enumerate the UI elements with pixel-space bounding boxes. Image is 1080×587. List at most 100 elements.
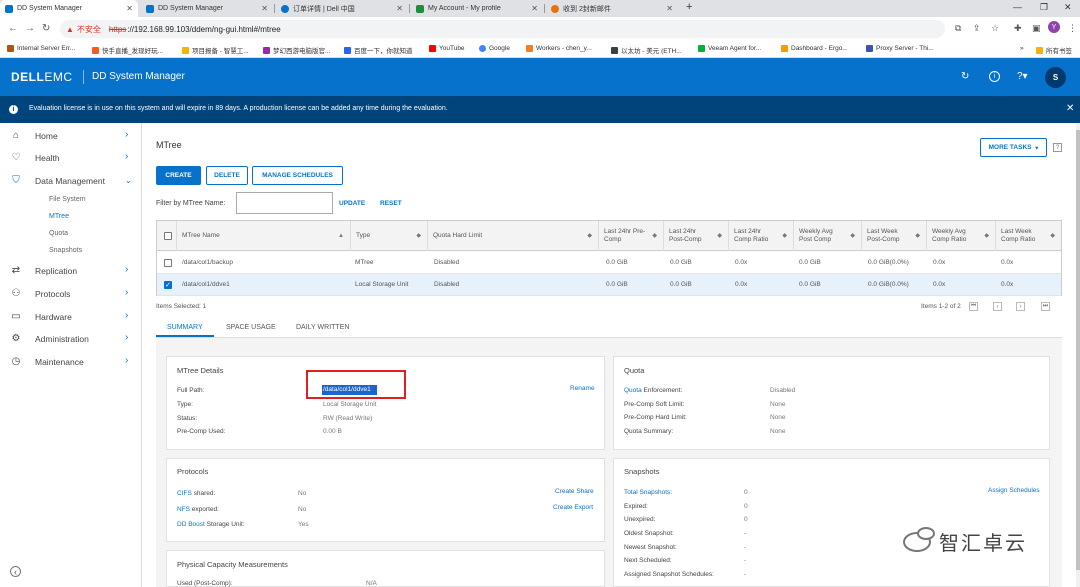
close-window-icon[interactable]: ✕ [1064,2,1072,13]
close-tab-icon[interactable]: ✕ [126,4,133,13]
new-tab-icon[interactable]: + [686,1,692,13]
info-icon[interactable]: i [989,71,1000,82]
more-bookmarks-icon[interactable]: » [1020,45,1024,52]
create-button[interactable]: CREATE [156,166,201,185]
tab-summary[interactable]: SUMMARY [167,324,203,331]
column-header[interactable]: Weekly Avg Post Comp ◆ [794,221,862,251]
refresh-icon[interactable]: ↻ [961,71,969,82]
rename-link[interactable]: Rename [570,385,595,392]
ddboost-link[interactable]: DD Boost [177,521,205,528]
url-input[interactable]: ▲ 不安全 https ://192.168.99.103/ddem/ng-gu… [60,20,945,38]
total-snapshots-link[interactable]: Total Snapshots: [624,489,672,496]
bookmark-item[interactable]: Internal Server Err... [7,45,75,52]
bookmark-item[interactable]: YouTube [429,45,465,52]
bookmark-item[interactable]: 项目报备 - 智慧工... [182,45,249,55]
bookmark-item[interactable]: 百度一下，你就知道 [344,45,413,55]
sidebar-item-health[interactable]: ♡ Health › [0,149,142,167]
dell-favicon-icon [281,4,289,13]
row-checkbox-checked[interactable]: ✓ [164,281,172,289]
close-tab-icon[interactable]: ✕ [261,4,268,13]
user-avatar[interactable]: S [1045,67,1066,88]
next-page-icon[interactable]: › [1016,302,1025,311]
sidebar-item-home[interactable]: ⌂ Home › [0,127,142,145]
profile-avatar[interactable]: Y [1048,21,1060,33]
column-header[interactable]: Last 24hr Pre-Comp ◆ [599,221,664,251]
browser-tab[interactable]: 收到 2封新邮件 ✕ [546,0,678,17]
help-menu-icon[interactable]: ?▾ [1017,71,1028,82]
more-tasks-button[interactable]: MORE TASKS ▾ [980,138,1047,157]
sidebar-item-hardware[interactable]: ▭ Hardware › [0,308,142,326]
browser-tab[interactable]: My Account - My profile ✕ [411,0,543,17]
table-row[interactable]: ✓ /data/col1/ddve1 Local Storage Unit Di… [157,274,1061,296]
translate-icon[interactable]: ⧉ [955,23,961,34]
column-header[interactable]: Last Week Post-Comp ◆ [862,221,927,251]
extensions-icon[interactable]: ✚ [1014,23,1022,34]
sidebar-subitem-mtree[interactable]: MTree [49,213,69,220]
active-tab-indicator [156,335,214,337]
reload-icon[interactable]: ↻ [42,23,50,34]
sidebar-subitem-quota[interactable]: Quota [49,230,68,237]
manage-schedules-button[interactable]: MANAGE SCHEDULES [252,166,343,185]
sidebar-item-data-management[interactable]: ⛉ Data Management ⌄ [0,172,142,190]
close-tab-icon[interactable]: ✕ [531,4,538,13]
bookmark-item[interactable]: Proxy Server - Thi... [866,45,934,52]
help-icon[interactable]: ? [1053,143,1062,152]
column-header[interactable]: MTree Name ▲ [177,221,351,251]
reset-link[interactable]: RESET [380,200,402,207]
filter-input[interactable] [236,192,333,214]
row-checkbox[interactable] [164,259,172,267]
forward-icon[interactable]: → [25,23,35,34]
close-icon[interactable]: ✕ [1066,103,1074,114]
browser-tab[interactable]: 订单详情 | Dell 中国 ✕ [276,0,408,17]
sidebar-subitem-snapshots[interactable]: Snapshots [49,247,82,254]
prev-page-icon[interactable]: ‹ [993,302,1002,311]
sidebar-item-maintenance[interactable]: ◷ Maintenance › [0,353,142,371]
scrollbar-thumb[interactable] [1076,130,1080,570]
nfs-link[interactable]: NFS [177,506,190,513]
column-header[interactable]: Weekly Avg Comp Ratio ◆ [927,221,996,251]
minimize-icon[interactable]: — [1013,2,1022,12]
sidebar-item-replication[interactable]: ⇄ Replication › [0,262,142,280]
column-header[interactable]: Last Week Comp Ratio ◆ [996,221,1061,251]
star-icon[interactable]: ☆ [991,23,999,34]
sidepanel-icon[interactable]: ▣ [1032,23,1041,34]
update-link[interactable]: UPDATE [339,200,365,207]
assign-schedules-link[interactable]: Assign Schedules [988,487,1040,494]
tab-daily-written[interactable]: DAILY WRITTEN [296,324,349,331]
tab-space-usage[interactable]: SPACE USAGE [226,324,276,331]
column-header[interactable]: Last 24hr Comp Ratio ◆ [729,221,794,251]
browser-tab[interactable]: DD System Manager ✕ [141,0,273,17]
bookmark-item[interactable]: 快手直播_发现好玩... [92,45,163,55]
menu-icon[interactable]: ⋮ [1068,23,1077,34]
cifs-link[interactable]: CIFS [177,490,192,497]
bookmark-item[interactable]: 以太坊 - 美元 (ETH... [611,45,682,55]
sidebar-subitem-file-system[interactable]: File System [49,196,86,203]
sidebar-item-protocols[interactable]: ⚇ Protocols › [0,285,142,303]
create-share-link[interactable]: Create Share [555,488,594,495]
close-tab-icon[interactable]: ✕ [396,4,403,13]
all-bookmarks[interactable]: 所有书签 [1036,45,1072,55]
delete-button[interactable]: DELETE [206,166,248,185]
create-export-link[interactable]: Create Export [553,504,593,511]
table-row[interactable]: /data/col1/backup MTree Disabled 0.0 GiB… [157,252,1061,274]
sidebar-item-administration[interactable]: ⚙ Administration › [0,330,142,348]
first-page-icon[interactable]: ⏮ [969,302,978,311]
bookmark-item[interactable]: Veeam Agent for... [698,45,761,52]
detail-label: Used (Post-Comp): [177,580,233,587]
quota-link[interactable]: Quota [624,387,642,394]
browser-tab[interactable]: DD System Manager ✕ [0,0,138,17]
bookmark-item[interactable]: 梦幻西游电脑版官... [263,45,330,55]
column-header[interactable]: Type ◆ [351,221,428,251]
restore-icon[interactable]: ❐ [1040,2,1048,13]
bookmark-item[interactable]: Dashboard - Ergo... [781,45,848,52]
collapse-sidebar-icon[interactable]: ‹ [10,566,21,577]
last-page-icon[interactable]: ⏭ [1041,302,1050,311]
select-all-checkbox[interactable] [164,232,172,240]
column-header[interactable]: Last 24hr Post-Comp ◆ [664,221,729,251]
bookmark-item[interactable]: Google [479,45,510,52]
back-icon[interactable]: ← [8,23,18,34]
share-icon[interactable]: ⇪ [973,23,981,34]
bookmark-item[interactable]: Workers - chen_y... [526,45,592,52]
close-tab-icon[interactable]: ✕ [666,4,673,13]
column-header[interactable]: Quota Hard Limit ◆ [428,221,599,251]
